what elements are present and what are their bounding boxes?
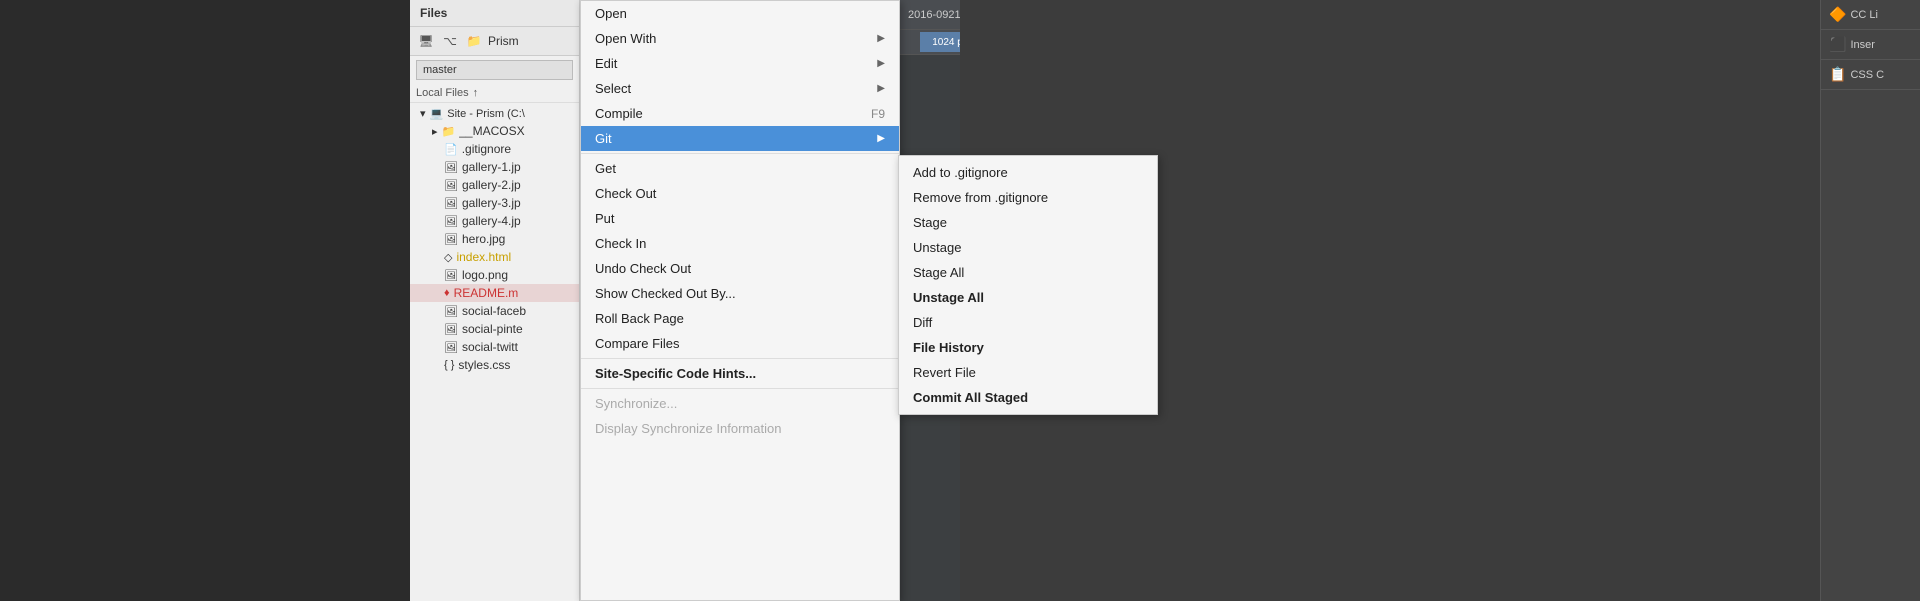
list-item[interactable]: ▸ 📁 __MACOSX	[410, 122, 579, 140]
list-item[interactable]: ◇ index.html	[410, 248, 579, 266]
arrow-icon: ▶	[877, 58, 885, 69]
menu-item-open[interactable]: Open	[581, 1, 899, 26]
menu-separator	[581, 153, 899, 154]
image-icon: 🖼	[444, 305, 458, 318]
menu-item-synchronize: Synchronize...	[581, 391, 899, 416]
menu-item-compile[interactable]: Compile F9	[581, 101, 899, 126]
file-tree-root[interactable]: ▾ 💻 Site - Prism (C:\	[410, 105, 579, 122]
list-item[interactable]: 🖼 social-faceb	[410, 302, 579, 320]
list-item[interactable]: 🖼 hero.jpg	[410, 230, 579, 248]
chevron-icon: ▾	[420, 107, 426, 120]
computer-icon[interactable]: 🖥	[416, 31, 436, 51]
sub-menu-item-commit-all-staged[interactable]: Commit All Staged	[899, 385, 1157, 410]
menu-item-checkout[interactable]: Check Out	[581, 181, 899, 206]
sub-menu-item-stage-all[interactable]: Stage All	[899, 260, 1157, 285]
list-item[interactable]: 📄 .gitignore	[410, 140, 579, 158]
css-icon: { }	[444, 359, 454, 371]
list-item[interactable]: ♦ README.m	[410, 284, 579, 302]
image-icon: 🖼	[444, 161, 458, 174]
list-item[interactable]: 🖼 gallery-3.jp	[410, 194, 579, 212]
css-icon: 📋	[1829, 66, 1846, 83]
menu-item-get[interactable]: Get	[581, 156, 899, 181]
list-item[interactable]: 🖼 social-twitt	[410, 338, 579, 356]
image-icon: 🖼	[444, 269, 458, 282]
list-item[interactable]: { } styles.css	[410, 356, 579, 374]
menu-item-show-checked-out[interactable]: Show Checked Out By...	[581, 281, 899, 306]
shortcut-label: F9	[871, 107, 885, 121]
menu-item-display-sync: Display Synchronize Information	[581, 416, 899, 441]
list-item[interactable]: 🖼 gallery-4.jp	[410, 212, 579, 230]
files-panel-header: Files	[410, 0, 579, 27]
list-item[interactable]: 🖼 gallery-2.jp	[410, 176, 579, 194]
list-item[interactable]: 🖼 gallery-1.jp	[410, 158, 579, 176]
list-item[interactable]: 🖼 social-pinte	[410, 320, 579, 338]
menu-item-select[interactable]: Select ▶	[581, 76, 899, 101]
menu-item-site-specific[interactable]: Site-Specific Code Hints...	[581, 361, 899, 386]
prism-label: Prism	[488, 34, 519, 48]
git-icon[interactable]: ⌥	[440, 31, 460, 51]
menu-separator	[581, 358, 899, 359]
insert-icon: ⬛	[1829, 36, 1846, 53]
menu-item-put[interactable]: Put	[581, 206, 899, 231]
insert-button[interactable]: ⬛ Inser	[1821, 30, 1920, 60]
folder-icon: 📁	[442, 125, 456, 138]
sub-menu-item-unstage-all[interactable]: Unstage All	[899, 285, 1157, 310]
arrow-icon: ▶	[877, 83, 885, 94]
sub-menu-item-stage[interactable]: Stage	[899, 210, 1157, 235]
list-item[interactable]: 🖼 logo.png	[410, 266, 579, 284]
image-icon: 🖼	[444, 215, 458, 228]
context-menu-main: Open Open With ▶ Edit ▶ Select ▶ Compile…	[580, 0, 900, 601]
sub-menu-item-file-history[interactable]: File History	[899, 335, 1157, 360]
computer-small-icon: 💻	[430, 107, 444, 120]
sub-menu-item-unstage[interactable]: Unstage	[899, 235, 1157, 260]
upload-icon: ↑	[473, 87, 479, 99]
branch-selector[interactable]: master	[416, 60, 573, 80]
arrow-icon: ▶	[877, 133, 885, 144]
file-tree: ▾ 💻 Site - Prism (C:\ ▸ 📁 __MACOSX 📄 .gi…	[410, 103, 579, 376]
files-panel: Files 🖥 ⌥ 📁 Prism master Local Files ↑ ▾…	[410, 0, 580, 601]
image-icon: 🖼	[444, 197, 458, 210]
files-toolbar: 🖥 ⌥ 📁 Prism	[410, 27, 579, 56]
sub-menu-item-diff[interactable]: Diff	[899, 310, 1157, 335]
sub-menu-item-add-gitignore[interactable]: Add to .gitignore	[899, 160, 1157, 185]
image-icon: 🖼	[444, 179, 458, 192]
sub-menu-item-revert-file[interactable]: Revert File	[899, 360, 1157, 385]
left-panel	[0, 0, 410, 601]
menu-item-compare[interactable]: Compare Files	[581, 331, 899, 356]
html-icon: ◇	[444, 251, 452, 264]
local-files-header: Local Files ↑	[410, 84, 579, 103]
menu-item-git[interactable]: Git ▶	[581, 126, 899, 151]
menu-item-checkin[interactable]: Check In	[581, 231, 899, 256]
menu-separator	[581, 388, 899, 389]
image-icon: 🖼	[444, 341, 458, 354]
sub-menu-item-remove-gitignore[interactable]: Remove from .gitignore	[899, 185, 1157, 210]
arrow-icon: ▶	[877, 33, 885, 44]
image-icon: 🖼	[444, 323, 458, 336]
file-icon: 📄	[444, 143, 458, 156]
menu-item-open-with[interactable]: Open With ▶	[581, 26, 899, 51]
image-icon: 🖼	[444, 233, 458, 246]
right-icon-column: 🔶 CC Li ⬛ Inser 📋 CSS C	[1820, 0, 1920, 601]
menu-item-rollback[interactable]: Roll Back Page	[581, 306, 899, 331]
css-designer-button[interactable]: 📋 CSS C	[1821, 60, 1920, 90]
menu-item-edit[interactable]: Edit ▶	[581, 51, 899, 76]
cc-libraries-icon: 🔶	[1829, 6, 1846, 23]
chevron-right-icon: ▸	[432, 125, 438, 138]
git-file-icon: ♦	[444, 287, 450, 299]
cc-libraries-button[interactable]: 🔶 CC Li	[1821, 0, 1920, 30]
folder-icon[interactable]: 📁	[464, 31, 484, 51]
context-menu-sub: Add to .gitignore Remove from .gitignore…	[898, 155, 1158, 415]
files-panel-title: Files	[420, 6, 447, 20]
menu-item-undo-checkout[interactable]: Undo Check Out	[581, 256, 899, 281]
